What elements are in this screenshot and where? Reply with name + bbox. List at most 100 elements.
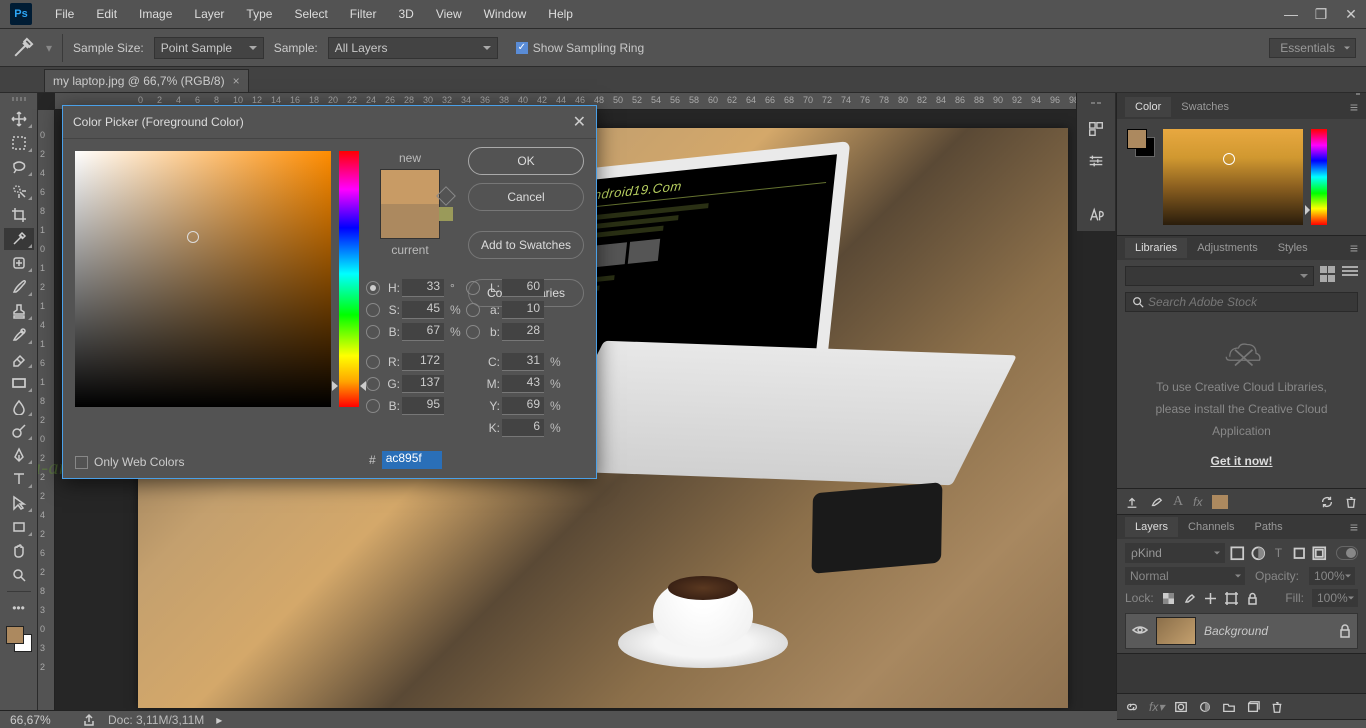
- lock-transparency-icon[interactable]: [1162, 592, 1175, 605]
- l-field[interactable]: 60: [502, 279, 544, 297]
- tab-paths[interactable]: Paths: [1245, 517, 1293, 537]
- panel-collapse-grip[interactable]: [1081, 97, 1111, 109]
- export-icon[interactable]: [82, 713, 96, 727]
- gradient-tool[interactable]: [4, 372, 34, 394]
- menu-type[interactable]: Type: [235, 7, 283, 21]
- add-to-swatches-button[interactable]: Add to Swatches: [468, 231, 584, 259]
- fill-field[interactable]: 100%: [1312, 589, 1358, 607]
- window-maximize-button[interactable]: ❐: [1306, 0, 1336, 28]
- layer-kind-filter[interactable]: ρ Kind: [1125, 543, 1225, 563]
- link-layers-icon[interactable]: [1125, 700, 1139, 714]
- sample-size-dropdown[interactable]: Point Sample: [154, 37, 264, 59]
- healing-brush-tool[interactable]: [4, 252, 34, 274]
- group-icon[interactable]: [1222, 700, 1236, 714]
- lock-position-icon[interactable]: [1204, 592, 1217, 605]
- color-chip-icon[interactable]: [1212, 495, 1228, 509]
- panel-menu-icon[interactable]: ≡: [1342, 237, 1366, 259]
- delete-layer-icon[interactable]: [1270, 700, 1284, 714]
- menu-window[interactable]: Window: [473, 7, 538, 21]
- sync-icon[interactable]: [1320, 495, 1334, 509]
- only-web-colors-checkbox[interactable]: Only Web Colors: [75, 455, 184, 469]
- get-it-now-link[interactable]: Get it now!: [1211, 454, 1273, 468]
- menu-image[interactable]: Image: [128, 7, 183, 21]
- hex-field[interactable]: ac895f: [382, 451, 442, 469]
- history-panel-icon[interactable]: [1081, 117, 1111, 141]
- close-tab-icon[interactable]: ×: [233, 74, 240, 88]
- menu-edit[interactable]: Edit: [85, 7, 128, 21]
- quick-select-tool[interactable]: [4, 180, 34, 202]
- search-adobe-stock[interactable]: Search Adobe Stock: [1125, 292, 1358, 312]
- brush-preset-icon[interactable]: [1149, 495, 1163, 509]
- tab-swatches[interactable]: Swatches: [1171, 97, 1239, 117]
- menu-view[interactable]: View: [425, 7, 473, 21]
- fx-icon[interactable]: fx: [1193, 495, 1202, 509]
- r-radio[interactable]: [366, 355, 380, 369]
- brightness-field[interactable]: 67: [402, 323, 444, 341]
- filter-type-icon[interactable]: T: [1270, 544, 1287, 562]
- m-field[interactable]: 43: [502, 375, 544, 393]
- upload-icon[interactable]: [1125, 495, 1139, 509]
- color-fgbg[interactable]: [1127, 129, 1155, 157]
- window-close-button[interactable]: ✕: [1336, 0, 1366, 28]
- s-field[interactable]: 45: [402, 301, 444, 319]
- pen-tool[interactable]: [4, 444, 34, 466]
- a-field[interactable]: 10: [502, 301, 544, 319]
- r-field[interactable]: 172: [402, 353, 444, 371]
- layer-item-background[interactable]: Background: [1125, 613, 1358, 649]
- opacity-field[interactable]: 100%: [1309, 567, 1355, 585]
- dialog-close-button[interactable]: ✕: [573, 112, 586, 132]
- panel-grip[interactable]: [5, 97, 33, 103]
- sample-dropdown[interactable]: All Layers: [328, 37, 498, 59]
- eyedropper-tool[interactable]: [4, 228, 34, 250]
- filter-pixel-icon[interactable]: [1229, 544, 1246, 562]
- blend-mode-dropdown[interactable]: Normal: [1125, 567, 1245, 585]
- foreground-background-colors[interactable]: [6, 626, 32, 652]
- tab-color[interactable]: Color: [1125, 97, 1171, 117]
- mask-icon[interactable]: [1174, 700, 1188, 714]
- lock-all-icon[interactable]: [1246, 592, 1259, 605]
- doc-info[interactable]: Doc: 3,11M/3,11M: [108, 713, 204, 727]
- color-field[interactable]: [1163, 129, 1303, 225]
- type-tool[interactable]: [4, 468, 34, 490]
- blue-field[interactable]: 95: [402, 397, 444, 415]
- tab-libraries[interactable]: Libraries: [1125, 238, 1187, 258]
- blur-tool[interactable]: [4, 396, 34, 418]
- g-field[interactable]: 137: [402, 375, 444, 393]
- edit-toolbar-button[interactable]: •••: [4, 597, 34, 619]
- workspace-switcher[interactable]: Essentials: [1269, 38, 1356, 58]
- lasso-tool[interactable]: [4, 156, 34, 178]
- lock-artboard-icon[interactable]: [1225, 592, 1238, 605]
- filter-shape-icon[interactable]: [1291, 544, 1308, 562]
- menu-filter[interactable]: Filter: [339, 7, 388, 21]
- adjustment-layer-icon[interactable]: [1198, 700, 1212, 714]
- blue-radio[interactable]: [366, 399, 380, 413]
- panel-menu-icon[interactable]: ≡: [1342, 516, 1366, 538]
- filter-toggle[interactable]: [1336, 546, 1358, 560]
- menu-3d[interactable]: 3D: [387, 7, 424, 21]
- zoom-level[interactable]: 66,67%: [10, 713, 70, 727]
- view-list-icon[interactable]: [1342, 266, 1358, 278]
- a-radio[interactable]: [466, 303, 480, 317]
- filter-smart-icon[interactable]: [1311, 544, 1328, 562]
- eraser-tool[interactable]: [4, 348, 34, 370]
- g-radio[interactable]: [366, 377, 380, 391]
- filter-adjustment-icon[interactable]: [1250, 544, 1267, 562]
- history-brush-tool[interactable]: [4, 324, 34, 346]
- hand-tool[interactable]: [4, 540, 34, 562]
- hue-field[interactable]: 33: [402, 279, 444, 297]
- panel-menu-icon[interactable]: ≡: [1342, 96, 1366, 118]
- tab-layers[interactable]: Layers: [1125, 517, 1178, 537]
- trash-icon[interactable]: [1344, 495, 1358, 509]
- k-field[interactable]: 6: [502, 419, 544, 437]
- character-panel-icon[interactable]: [1081, 203, 1111, 227]
- path-select-tool[interactable]: [4, 492, 34, 514]
- c-field[interactable]: 31: [502, 353, 544, 371]
- marquee-tool[interactable]: [4, 132, 34, 154]
- shape-tool[interactable]: [4, 516, 34, 538]
- b-radio[interactable]: [366, 325, 380, 339]
- brush-tool[interactable]: [4, 276, 34, 298]
- library-dropdown[interactable]: [1125, 266, 1314, 286]
- visibility-toggle-icon[interactable]: [1132, 624, 1148, 639]
- menu-select[interactable]: Select: [283, 7, 338, 21]
- tab-adjustments[interactable]: Adjustments: [1187, 238, 1268, 258]
